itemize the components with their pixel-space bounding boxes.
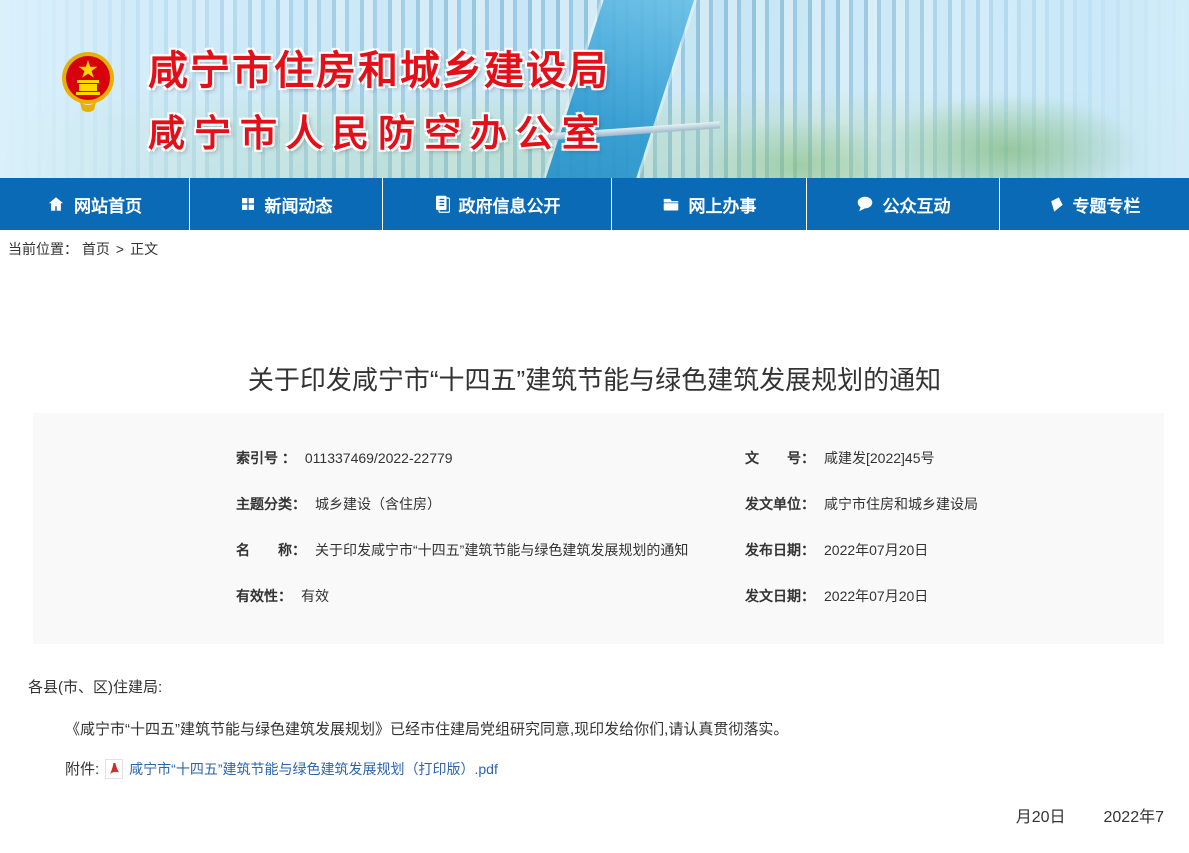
nav-item-home[interactable]: 网站首页 [0, 178, 189, 230]
nav-item-online-services[interactable]: 网上办事 [611, 178, 806, 230]
chat-icon [856, 196, 874, 212]
document-icon [434, 195, 450, 213]
nav-item-public-interaction[interactable]: 公众互动 [806, 178, 999, 230]
article-body: 各县(市、区)住建局: 《咸宁市“十四五”建筑节能与绿色建筑发展规划》已经市住建… [0, 676, 1189, 827]
date-part-2: 2022年7 [1104, 803, 1165, 827]
home-icon [47, 195, 65, 213]
attachment-row: 附件: 咸宁市“十四五”建筑节能与绿色建筑发展规划（打印版）.pdf [28, 758, 1189, 779]
meta-index-number: 索引号 ：011337469/2022-22779 [236, 448, 745, 468]
breadcrumb-home-link[interactable]: 首页 [82, 241, 110, 257]
meta-doc-number: 文 号：咸建发[2022]45号 [745, 448, 1164, 468]
breadcrumb: 当前位置： 首页 > 正文 [0, 230, 1189, 268]
nav-item-label: 网上办事 [689, 192, 757, 217]
body-paragraph: 《咸宁市“十四五”建筑节能与绿色建筑发展规划》已经市住建局党组研究同意,现印发给… [28, 718, 1189, 739]
national-emblem-icon [60, 50, 116, 116]
salutation: 各县(市、区)住建局: [28, 676, 1189, 697]
nav-item-label: 专题专栏 [1073, 192, 1141, 217]
nav-item-news[interactable]: 新闻动态 [189, 178, 382, 230]
nav-item-label: 网站首页 [74, 192, 142, 217]
date-part-1: 月20日 [1016, 803, 1066, 827]
meta-issuing-unit: 发文单位：咸宁市住房和城乡建设局 [745, 494, 1164, 514]
meta-validity: 有效性：有效 [236, 586, 745, 606]
attachment-pdf-link[interactable]: 咸宁市“十四五”建筑节能与绿色建筑发展规划（打印版）.pdf [129, 759, 498, 779]
meta-doc-name: 名 称：关于印发咸宁市“十四五”建筑节能与绿色建筑发展规划的通知 [236, 540, 745, 560]
document-meta-table: 索引号 ：011337469/2022-22779 文 号：咸建发[2022]4… [236, 435, 1164, 619]
site-banner: 咸宁市住房和城乡建设局 咸宁市人民防空办公室 [0, 0, 1189, 178]
pdf-file-icon [105, 759, 123, 779]
nav-item-special-columns[interactable]: 专题专栏 [999, 178, 1189, 230]
attachment-label: 附件: [65, 758, 99, 779]
breadcrumb-separator: > [116, 241, 124, 257]
grid-icon [240, 196, 256, 212]
tag-icon [1049, 196, 1064, 213]
briefcase-icon [662, 196, 680, 212]
nav-item-label: 公众互动 [883, 192, 951, 217]
meta-topic-category: 主题分类：城乡建设（含住房） [236, 494, 745, 514]
breadcrumb-current: 正文 [130, 241, 158, 257]
document-meta-panel: 索引号 ：011337469/2022-22779 文 号：咸建发[2022]4… [33, 413, 1164, 644]
nav-item-label: 政府信息公开 [459, 192, 561, 217]
meta-publish-date: 发布日期：2022年07月20日 [745, 540, 1164, 560]
document-date: 月20日 2022年7 [28, 803, 1189, 827]
article-title: 关于印发咸宁市“十四五”建筑节能与绿色建筑发展规划的通知 [0, 360, 1189, 397]
nav-item-label: 新闻动态 [265, 192, 333, 217]
main-nav: 网站首页 新闻动态 政府信息公开 网上办事 公众互动 专题专栏 [0, 178, 1189, 230]
meta-issue-date: 发文日期：2022年07月20日 [745, 586, 1164, 606]
nav-item-gov-info[interactable]: 政府信息公开 [382, 178, 611, 230]
breadcrumb-prefix: 当前位置： [8, 241, 78, 257]
site-title-line1: 咸宁市住房和城乡建设局 [148, 38, 610, 96]
site-title: 咸宁市住房和城乡建设局 咸宁市人民防空办公室 [148, 38, 610, 157]
site-title-line2: 咸宁市人民防空办公室 [148, 103, 610, 157]
